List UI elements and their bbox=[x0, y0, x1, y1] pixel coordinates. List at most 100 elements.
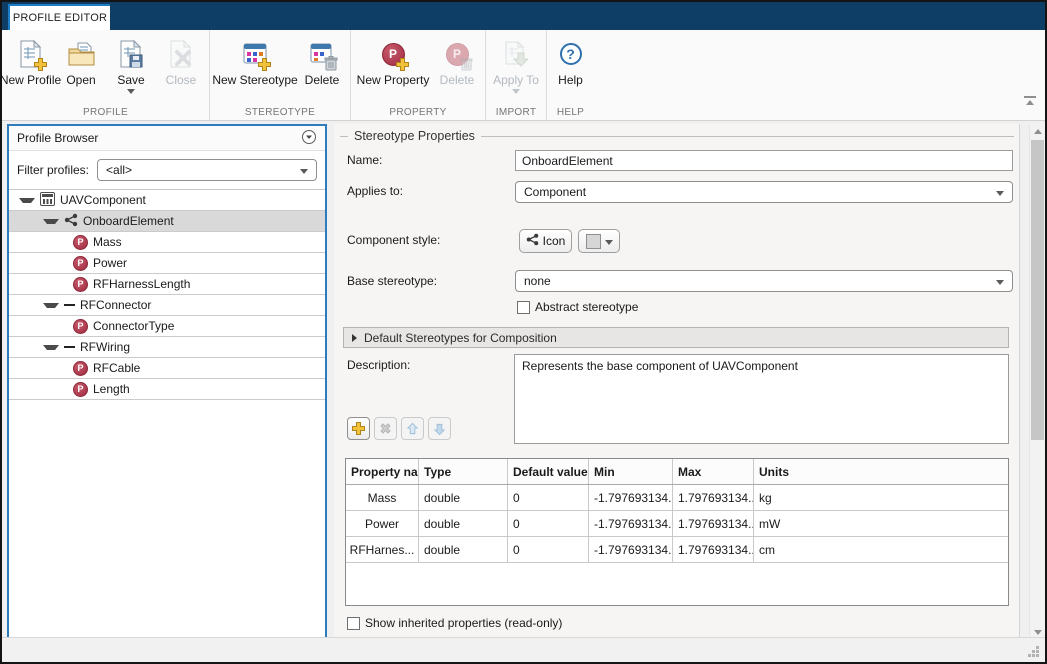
cell-type[interactable]: double bbox=[419, 485, 508, 510]
delete-stereotype-button[interactable]: Delete bbox=[298, 35, 346, 88]
cell-default-value[interactable]: 0 bbox=[508, 537, 589, 562]
new-stereotype-button[interactable]: New Stereotype bbox=[214, 35, 296, 88]
cell-min[interactable]: -1.797693134... bbox=[589, 485, 673, 510]
open-icon bbox=[68, 36, 95, 72]
tree-item-label: ConnectorType bbox=[93, 319, 174, 333]
cell-max[interactable]: 1.797693134... bbox=[673, 511, 754, 536]
apply-to-icon bbox=[504, 36, 528, 72]
new-profile-label: New Profile bbox=[0, 73, 61, 87]
delete-property-icon: P bbox=[446, 36, 469, 72]
save-button[interactable]: Save bbox=[107, 35, 155, 95]
tree-item-rfharnesslength[interactable]: P RFHarnessLength bbox=[9, 274, 325, 295]
scroll-down-icon bbox=[1034, 630, 1042, 635]
cell-max[interactable]: 1.797693134... bbox=[673, 485, 754, 510]
description-textarea[interactable]: Represents the base component of UAVComp… bbox=[514, 354, 1009, 444]
profile-tree: UAVComponent OnboardElement P Mass P Pow… bbox=[9, 190, 325, 637]
scrollbar-thumb[interactable] bbox=[1031, 140, 1044, 440]
stereotype-properties-title: Stereotype Properties bbox=[354, 129, 475, 143]
property-icon: P bbox=[73, 361, 88, 376]
name-label: Name: bbox=[347, 153, 382, 167]
delete-x-icon bbox=[379, 422, 392, 435]
vertical-scrollbar[interactable] bbox=[1029, 124, 1045, 640]
filter-profiles-select[interactable]: <all> bbox=[97, 159, 317, 181]
cell-min[interactable]: -1.797693134... bbox=[589, 537, 673, 562]
expander-icon[interactable] bbox=[43, 345, 59, 350]
tree-item-rfcable[interactable]: P RFCable bbox=[9, 358, 325, 379]
status-bar bbox=[2, 637, 1045, 662]
cell-units[interactable]: kg bbox=[754, 485, 1008, 510]
icon-style-button[interactable]: Icon bbox=[519, 229, 572, 253]
connector-dash-icon bbox=[64, 304, 75, 306]
cell-default-value[interactable]: 0 bbox=[508, 511, 589, 536]
new-property-button[interactable]: P New Property bbox=[355, 35, 431, 88]
resize-grip[interactable] bbox=[1036, 654, 1039, 657]
collapse-ribbon-arrow bbox=[1026, 100, 1034, 105]
applies-to-select[interactable]: Component bbox=[515, 181, 1013, 203]
table-row[interactable]: Power double 0 -1.797693134... 1.7976931… bbox=[346, 511, 1008, 537]
cell-property-name[interactable]: Mass bbox=[346, 485, 419, 510]
show-inherited-checkbox[interactable] bbox=[347, 617, 360, 630]
save-dropdown-caret[interactable] bbox=[127, 89, 135, 94]
tree-item-power[interactable]: P Power bbox=[9, 253, 325, 274]
move-up-button bbox=[401, 417, 424, 440]
applies-to-value: Component bbox=[524, 185, 990, 199]
tree-item-onboardelement[interactable]: OnboardElement bbox=[9, 211, 325, 232]
toolstrip-section-property: P New Property P Delete PROPERTY bbox=[351, 30, 486, 120]
applies-to-label: Applies to: bbox=[347, 184, 403, 198]
scroll-up-button[interactable] bbox=[1030, 124, 1045, 139]
panel-collapse-icon[interactable] bbox=[301, 129, 317, 148]
titlebar bbox=[2, 2, 1045, 30]
tab-label: PROFILE EDITOR bbox=[13, 12, 107, 24]
delete-property-label: Delete bbox=[440, 73, 475, 87]
expander-icon[interactable] bbox=[19, 198, 35, 203]
stereotype-properties-panel: Stereotype Properties Name: Applies to: … bbox=[334, 124, 1020, 640]
tree-item-connectortype[interactable]: P ConnectorType bbox=[9, 316, 325, 337]
name-input[interactable] bbox=[515, 150, 1013, 171]
table-row[interactable]: RFHarnes... double 0 -1.797693134... 1.7… bbox=[346, 537, 1008, 563]
move-down-button bbox=[428, 417, 451, 440]
cell-min[interactable]: -1.797693134... bbox=[589, 511, 673, 536]
toolstrip-section-stereotype: New Stereotype Delete STEREOTYPE bbox=[210, 30, 351, 120]
help-button[interactable]: ? Help bbox=[547, 35, 595, 88]
col-units: Units bbox=[754, 459, 1008, 484]
collapse-ribbon-icon bbox=[1024, 96, 1036, 98]
toolstrip: New Profile Open Save bbox=[2, 30, 1045, 121]
tree-item-rfconnector[interactable]: RFConnector bbox=[9, 295, 325, 316]
cell-property-name[interactable]: Power bbox=[346, 511, 419, 536]
component-style-label: Component style: bbox=[347, 233, 440, 247]
open-button[interactable]: Open bbox=[57, 35, 105, 88]
col-type: Type bbox=[419, 459, 508, 484]
properties-table: Property name Type Default value Min Max… bbox=[345, 458, 1009, 606]
add-property-button[interactable] bbox=[347, 417, 370, 440]
tree-item-label: Mass bbox=[93, 235, 122, 249]
tree-item-mass[interactable]: P Mass bbox=[9, 232, 325, 253]
apply-to-button: Apply To bbox=[490, 35, 542, 95]
profile-browser-title: Profile Browser bbox=[17, 131, 98, 145]
tree-item-uavcomponent[interactable]: UAVComponent bbox=[9, 190, 325, 211]
profile-section-label: PROFILE bbox=[2, 107, 209, 118]
new-profile-icon bbox=[19, 36, 43, 72]
cell-type[interactable]: double bbox=[419, 511, 508, 536]
icon-color-picker-button[interactable] bbox=[578, 229, 620, 253]
default-stereotypes-section-header[interactable]: Default Stereotypes for Composition bbox=[343, 327, 1009, 348]
tree-item-length[interactable]: P Length bbox=[9, 379, 325, 400]
expander-icon[interactable] bbox=[43, 303, 59, 308]
expander-icon[interactable] bbox=[43, 219, 59, 224]
collapse-ribbon-button[interactable] bbox=[1023, 96, 1037, 105]
new-profile-button[interactable]: New Profile bbox=[6, 35, 55, 88]
table-row[interactable]: Mass double 0 -1.797693134... 1.79769313… bbox=[346, 485, 1008, 511]
abstract-stereotype-checkbox[interactable] bbox=[517, 301, 530, 314]
cell-type[interactable]: double bbox=[419, 537, 508, 562]
base-stereotype-select[interactable]: none bbox=[515, 270, 1013, 292]
cell-property-name[interactable]: RFHarnes... bbox=[346, 537, 419, 562]
tab-profile-editor[interactable]: PROFILE EDITOR bbox=[8, 4, 110, 30]
cell-units[interactable]: mW bbox=[754, 511, 1008, 536]
cell-max[interactable]: 1.797693134... bbox=[673, 537, 754, 562]
property-icon: P bbox=[73, 235, 88, 250]
tree-item-rfwiring[interactable]: RFWiring bbox=[9, 337, 325, 358]
abstract-stereotype-label: Abstract stereotype bbox=[535, 300, 638, 314]
cell-default-value[interactable]: 0 bbox=[508, 485, 589, 510]
cell-units[interactable]: cm bbox=[754, 537, 1008, 562]
profile-icon bbox=[40, 192, 55, 209]
help-label: Help bbox=[558, 73, 583, 87]
